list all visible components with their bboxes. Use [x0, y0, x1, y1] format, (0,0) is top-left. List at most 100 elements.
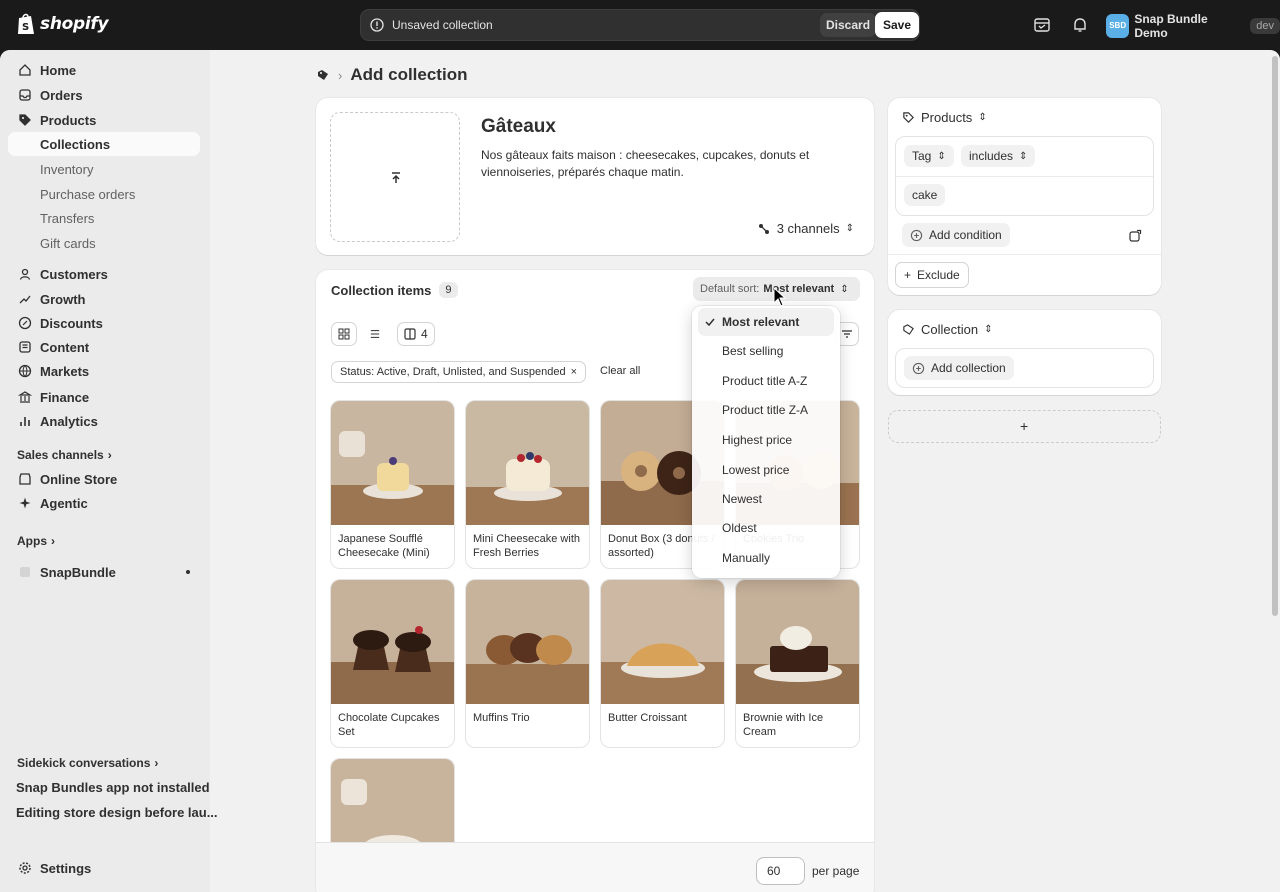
- sidebar-item-products[interactable]: Products: [8, 108, 200, 132]
- sidebar-item-markets[interactable]: Markets: [8, 359, 200, 383]
- sidebar-item-label: Finance: [40, 389, 90, 405]
- sidebar-item-analytics[interactable]: Analytics: [8, 409, 200, 433]
- collection-icon[interactable]: [316, 68, 330, 82]
- add-rule-block-button[interactable]: +: [888, 410, 1161, 443]
- sidebar-item-gift-cards[interactable]: Gift cards: [40, 232, 96, 254]
- page-scrollbar[interactable]: [1270, 50, 1280, 892]
- product-name: Japanese Soufflé Cheesecake (Mini): [338, 533, 430, 559]
- grid-view-button[interactable]: [331, 322, 357, 346]
- list-view-button[interactable]: [363, 322, 387, 346]
- product-name: Chocolate Cupcakes Set: [338, 712, 440, 738]
- contextual-save-bar: Unsaved collection Discard Save: [360, 9, 920, 41]
- product-card[interactable]: Japanese Soufflé Cheesecake (Mini): [330, 400, 455, 569]
- sidebar-item-inventory[interactable]: Inventory: [40, 158, 93, 180]
- sidebar-item-orders[interactable]: Orders: [8, 83, 200, 107]
- sidebar-item-online-store[interactable]: Online Store: [8, 467, 200, 491]
- sort-option-label: Manually: [722, 551, 771, 565]
- scrollbar-thumb[interactable]: [1272, 56, 1278, 616]
- sales-channels-header[interactable]: Sales channels ›: [17, 448, 112, 462]
- save-button[interactable]: Save: [875, 12, 920, 38]
- condition-operator-select[interactable]: includes ⇕: [961, 145, 1036, 167]
- sort-option-title-a-z[interactable]: Product title A-Z: [698, 367, 834, 395]
- product-card[interactable]: Butter Croissant: [600, 579, 725, 748]
- sidebar-item-content[interactable]: Content: [8, 335, 200, 359]
- shopify-logo[interactable]: S shopify: [16, 12, 109, 36]
- sidebar-item-snapbundle[interactable]: SnapBundle: [8, 560, 200, 584]
- sidebar-item-agentic[interactable]: Agentic: [8, 491, 200, 515]
- sidekick-item[interactable]: Editing store design before lau...: [16, 805, 218, 820]
- sort-option-newest[interactable]: Newest: [698, 485, 834, 513]
- sidebar-item-finance[interactable]: Finance: [8, 385, 200, 409]
- add-condition-label: Add condition: [929, 228, 1002, 242]
- sort-option-label: Most relevant: [722, 315, 800, 329]
- add-collection-label: Add collection: [931, 361, 1006, 375]
- sidebar-item-transfers[interactable]: Transfers: [40, 207, 94, 229]
- sort-option-manually[interactable]: Manually: [698, 544, 834, 572]
- columns-button[interactable]: 4: [397, 322, 435, 346]
- sidebar-item-label: Markets: [40, 363, 90, 379]
- collection-details-card: Gâteaux Nos gâteaux faits maison : chees…: [316, 98, 874, 255]
- growth-icon: [19, 295, 31, 304]
- clear-all-link[interactable]: Clear all: [600, 365, 640, 377]
- status-filter-chip[interactable]: Status: Active, Draft, Unlisted, and Sus…: [331, 361, 587, 383]
- product-name: Muffins Trio: [473, 712, 530, 724]
- collection-title[interactable]: Gâteaux: [481, 116, 556, 138]
- sort-option-oldest[interactable]: Oldest: [698, 514, 834, 542]
- selector-icon: ⇕: [840, 283, 849, 295]
- bell-icon[interactable]: [1071, 16, 1089, 34]
- sidebar-item-growth[interactable]: Growth: [8, 287, 200, 311]
- channels-icon: [758, 223, 769, 234]
- condition-value-chip[interactable]: cake: [904, 184, 946, 206]
- product-card[interactable]: Mini Cheesecake with Fresh Berries: [465, 400, 590, 569]
- product-image: [466, 401, 589, 525]
- sidekick-header[interactable]: Sidekick conversations ›: [17, 756, 158, 770]
- close-icon[interactable]: ×: [571, 366, 577, 378]
- image-upload-dropzone[interactable]: [330, 112, 460, 242]
- sidebar-item-customers[interactable]: Customers: [8, 262, 200, 286]
- sidebar-item-collections[interactable]: Collections: [8, 132, 200, 156]
- dev-badge: dev: [1250, 18, 1280, 34]
- sort-option-highest-price[interactable]: Highest price: [698, 426, 834, 454]
- collection-rule-selector[interactable]: Collection ⇕: [902, 322, 992, 337]
- sort-option-title-z-a[interactable]: Product title Z-A: [698, 396, 834, 424]
- exclude-button[interactable]: + Exclude: [895, 262, 969, 288]
- condition-type-selector[interactable]: Products ⇕: [902, 110, 987, 125]
- sidebar-item-label: Products: [40, 112, 97, 128]
- product-card[interactable]: Chocolate Cupcakes Set: [330, 579, 455, 748]
- sort-option-most-relevant[interactable]: Most relevant: [698, 308, 834, 336]
- add-collection-button[interactable]: Add collection: [904, 356, 1014, 380]
- discard-button[interactable]: Discard: [820, 13, 877, 37]
- selector-icon: ⇕: [984, 324, 993, 335]
- per-page-input[interactable]: 60: [756, 857, 805, 885]
- sidebar-item-home[interactable]: Home: [8, 58, 200, 82]
- plus-circle-icon: [912, 362, 925, 374]
- condition-value: cake: [912, 188, 938, 202]
- list-icon: [370, 330, 380, 338]
- sidebar-item-label: Customers: [40, 266, 108, 282]
- sidebar-item-discounts[interactable]: Discounts: [8, 311, 200, 335]
- product-card[interactable]: Brownie with Ice Cream: [735, 579, 860, 748]
- product-card[interactable]: Muffins Trio: [465, 579, 590, 748]
- channels-label: 3 channels: [776, 221, 840, 236]
- sidebar-item-purchase-orders[interactable]: Purchase orders: [40, 183, 135, 205]
- channels-selector[interactable]: 3 channels ⇕: [757, 221, 854, 236]
- admin-shell: Home Orders Products Collections Invento…: [0, 50, 1280, 892]
- sidebar-item-settings[interactable]: Settings: [8, 856, 200, 880]
- sidebar-item-label: Discounts: [40, 315, 103, 331]
- savebar-message: Unsaved collection: [392, 18, 493, 32]
- duplicate-icon[interactable]: [1128, 229, 1142, 243]
- mouse-cursor-icon: [773, 287, 787, 307]
- apps-label: Apps: [17, 534, 47, 548]
- condition-field-select[interactable]: Tag ⇕: [904, 145, 954, 167]
- product-image: [601, 580, 724, 704]
- svg-text:S: S: [22, 22, 29, 33]
- store-icon[interactable]: [1033, 16, 1051, 34]
- sidekick-item[interactable]: Snap Bundles app not installed: [16, 780, 210, 795]
- person-icon: [19, 268, 31, 280]
- store-menu[interactable]: SBD Snap Bundle Demo dev: [1106, 12, 1280, 40]
- add-condition-button[interactable]: Add condition: [902, 223, 1010, 247]
- apps-header[interactable]: Apps ›: [17, 534, 55, 548]
- collection-description[interactable]: Nos gâteaux faits maison : cheesecakes, …: [481, 147, 841, 181]
- sort-option-lowest-price[interactable]: Lowest price: [698, 456, 834, 484]
- sort-option-best-selling[interactable]: Best selling: [698, 337, 834, 365]
